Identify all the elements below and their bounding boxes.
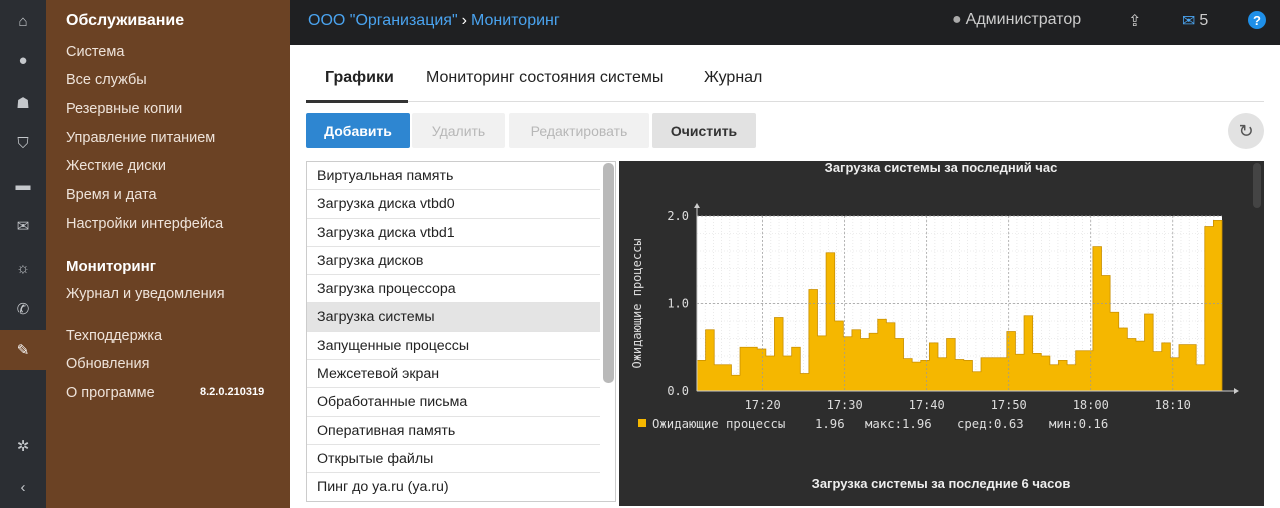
tab-journal[interactable]: Журнал bbox=[704, 69, 762, 87]
menu-item-datetime[interactable]: Время и дата bbox=[66, 187, 157, 203]
active-tab-underline bbox=[306, 100, 408, 103]
messages-count: 5 bbox=[1199, 12, 1209, 29]
menu-heading-service[interactable]: Обслуживание bbox=[66, 12, 184, 30]
y-tick-label: 1.0 bbox=[667, 297, 689, 311]
legend-swatch bbox=[638, 419, 646, 427]
x-tick-label: 18:10 bbox=[1155, 398, 1191, 412]
refresh-icon[interactable]: ↻ bbox=[1228, 113, 1264, 149]
messages-button[interactable]: ✉ 5 bbox=[1182, 11, 1208, 31]
menu-item-system[interactable]: Система bbox=[66, 44, 124, 60]
y-tick-label: 2.0 bbox=[667, 209, 689, 223]
home-icon[interactable]: ⌂ bbox=[0, 6, 46, 36]
legend-label: Ожидающие процессы bbox=[652, 417, 785, 431]
menu-item-support[interactable]: Техподдержка bbox=[66, 328, 162, 344]
top-bar: ООО "Организация" › Мониторинг ● Администра… bbox=[290, 0, 1280, 45]
menu-item-about[interactable]: О программе bbox=[66, 385, 155, 401]
tab-system-monitoring[interactable]: Мониторинг состояния системы bbox=[426, 69, 663, 87]
y-tick-label: 0.0 bbox=[667, 384, 689, 398]
gear-icon[interactable]: ✲ bbox=[0, 431, 46, 461]
chart-svg: Загрузка системы за последний час 0.0 1.0 2… bbox=[630, 160, 1261, 491]
metric-list-item[interactable]: Оперативная память bbox=[307, 417, 600, 445]
metric-list-item[interactable]: Загрузка системы bbox=[307, 303, 600, 332]
menu-item-journal[interactable]: Журнал и уведомления bbox=[66, 286, 225, 302]
metric-list-item[interactable]: Обработанные письма bbox=[307, 388, 600, 417]
help-icon[interactable]: ? bbox=[1248, 11, 1266, 29]
chart-panel: Загрузка системы за последний час 0.0 1.0 2… bbox=[619, 160, 1264, 506]
tab-charts[interactable]: Графики bbox=[325, 69, 394, 87]
menu-item-backups[interactable]: Резервные копии bbox=[66, 101, 182, 117]
metrics-list-items: Виртуальная память Загрузка диска vtbd0 За… bbox=[307, 162, 615, 501]
menu-item-interface[interactable]: Настройки интерфейса bbox=[66, 216, 223, 232]
metric-list-item[interactable]: Межсетевой экран bbox=[307, 360, 600, 389]
envelope-icon: ✉ bbox=[1182, 13, 1196, 30]
wrench-icon[interactable]: ✎ bbox=[0, 330, 46, 370]
legend-avg: сред:0.63 bbox=[957, 417, 1024, 431]
y-axis-arrow bbox=[694, 203, 700, 208]
next-chart-title: Загрузка системы за последние 6 часов bbox=[812, 476, 1071, 491]
metric-list-item[interactable]: Загрузка диска vtbd0 bbox=[307, 190, 600, 219]
legend-current: 1.96 bbox=[815, 417, 845, 431]
user-icon: ● bbox=[952, 11, 962, 28]
delete-button[interactable]: Удалить bbox=[412, 113, 505, 148]
menu-item-power[interactable]: Управление питанием bbox=[66, 130, 215, 146]
user-name: Администратор bbox=[965, 11, 1082, 28]
clear-button[interactable]: Очистить bbox=[652, 113, 756, 148]
menu-item-disks[interactable]: Жесткие диски bbox=[66, 158, 166, 174]
service-menu: Обслуживание Система Все службы Резервны… bbox=[46, 0, 290, 508]
metric-list-item[interactable]: Загрузка процессора bbox=[307, 275, 600, 304]
x-tick-label: 17:40 bbox=[909, 398, 945, 412]
user-icon[interactable]: ● bbox=[0, 45, 46, 75]
shield-icon[interactable]: ⛉ bbox=[0, 128, 46, 158]
chart-scrollbar bbox=[1253, 163, 1261, 208]
envelope-icon[interactable]: ✉ bbox=[0, 211, 46, 241]
x-tick-label: 17:30 bbox=[827, 398, 863, 412]
metric-list-item[interactable]: Загрузка дисков bbox=[307, 247, 600, 276]
breadcrumb-org[interactable]: ООО "Организация" bbox=[308, 12, 458, 29]
user-menu[interactable]: ● Администратор bbox=[952, 11, 1081, 29]
upload-icon[interactable]: ⇪ bbox=[1128, 11, 1141, 31]
metric-list-item[interactable]: Загрузка диска vtbd1 bbox=[307, 219, 600, 247]
metric-list-item[interactable]: Виртуальная память bbox=[307, 162, 600, 191]
breadcrumb: ООО "Организация" › Мониторинг bbox=[308, 12, 560, 30]
lightbulb-icon[interactable]: ☼ bbox=[0, 253, 46, 283]
x-tick-label: 18:00 bbox=[1073, 398, 1109, 412]
version-label: 8.2.0.210319 bbox=[200, 386, 265, 398]
breadcrumb-section: Мониторинг bbox=[470, 12, 560, 29]
chevron-left-icon[interactable]: ‹ bbox=[0, 472, 46, 502]
chart-title: Загрузка системы за последний час bbox=[825, 161, 1058, 175]
breadcrumb-separator: › bbox=[461, 12, 467, 29]
x-axis-arrow bbox=[1234, 388, 1239, 394]
edit-button[interactable]: Редактировать bbox=[509, 113, 649, 148]
menu-item-all-services[interactable]: Все службы bbox=[66, 72, 147, 88]
menu-item-updates[interactable]: Обновления bbox=[66, 356, 150, 372]
y-axis-label: Ожидающие процессы bbox=[630, 238, 644, 368]
list-scrollbar[interactable] bbox=[603, 163, 614, 383]
main-content: Графики Мониторинг состояния системы Жур… bbox=[290, 45, 1280, 508]
add-button[interactable]: Добавить bbox=[306, 113, 410, 148]
menu-heading-monitoring[interactable]: Мониторинг bbox=[66, 258, 156, 275]
tab-divider bbox=[306, 101, 1264, 102]
folder-icon[interactable]: ▬ bbox=[0, 170, 46, 200]
x-tick-label: 17:50 bbox=[991, 398, 1027, 412]
metric-list-item[interactable]: Открытые файлы bbox=[307, 445, 600, 474]
app: ⌂ ● ☗ ⛉ ▬ ✉ ☼ ✆ ✎ ✲ ‹ Обслуживание Систе… bbox=[0, 0, 1280, 508]
metric-list-item[interactable]: Запущенные процессы bbox=[307, 332, 600, 361]
x-tick-label: 17:20 bbox=[745, 398, 781, 412]
metrics-list: Виртуальная память Загрузка диска vtbd0 За… bbox=[306, 161, 616, 502]
legend-min: мин:0.16 bbox=[1049, 417, 1108, 431]
icon-sidebar: ⌂ ● ☗ ⛉ ▬ ✉ ☼ ✆ ✎ ✲ ‹ bbox=[0, 0, 46, 508]
legend-max: макс:1.96 bbox=[865, 417, 932, 431]
sitemap-icon[interactable]: ☗ bbox=[0, 88, 46, 118]
phone-icon[interactable]: ✆ bbox=[0, 294, 46, 324]
metric-list-item[interactable]: Пинг до ya.ru (ya.ru) bbox=[307, 473, 600, 501]
